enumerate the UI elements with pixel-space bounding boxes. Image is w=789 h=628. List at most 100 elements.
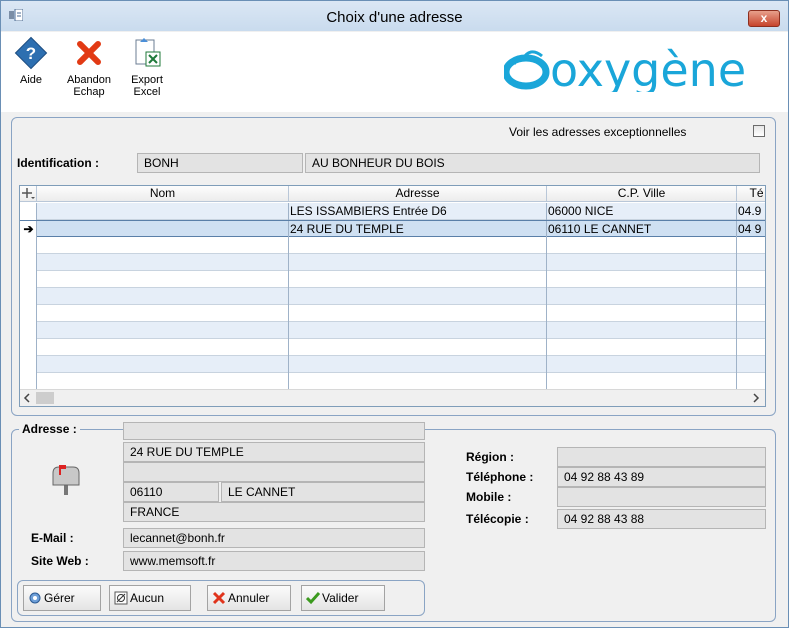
table-row-empty[interactable] [20, 322, 765, 339]
empty-cell [20, 254, 37, 271]
scrollbar-thumb[interactable] [36, 392, 54, 404]
empty-cell [289, 288, 547, 305]
table-row-empty[interactable] [20, 237, 765, 254]
empty-cell [547, 322, 737, 339]
empty-cell [737, 305, 765, 322]
table-row-empty[interactable] [20, 305, 765, 322]
identification-code-field: BONH [137, 153, 303, 173]
empty-cell [547, 271, 737, 288]
cell-adresse: 24 RUE DU TEMPLE [289, 221, 547, 238]
exceptional-addresses-checkbox[interactable] [753, 125, 765, 137]
fax-field[interactable]: 04 92 88 43 88 [557, 509, 766, 529]
none-button[interactable]: Aucun [109, 585, 191, 611]
scroll-right-icon[interactable] [751, 393, 761, 403]
table-row-selected[interactable]: ➔ 24 RUE DU TEMPLE 06110 LE CANNET 04 9 [20, 220, 765, 238]
abandon-shortcut-label: Echap [73, 86, 105, 98]
empty-cell [737, 237, 765, 254]
column-header-telephone[interactable]: Té [737, 186, 765, 202]
empty-cell [20, 356, 37, 373]
empty-cell [289, 322, 547, 339]
column-header-cp-ville[interactable]: C.P. Ville [547, 186, 737, 202]
empty-cell [20, 271, 37, 288]
help-icon: ? [14, 36, 48, 70]
empty-cell [289, 305, 547, 322]
table-row[interactable]: LES ISSAMBIERS Entrée D6 06000 NICE 04.9 [20, 203, 765, 220]
cell-cp-ville: 06110 LE CANNET [547, 221, 737, 238]
table-row-empty[interactable] [20, 356, 765, 373]
empty-cell [547, 288, 737, 305]
table-row-empty[interactable] [20, 339, 765, 356]
export-excel-button[interactable]: Export Excel [117, 36, 177, 98]
email-field[interactable]: lecannet@bonh.fr [123, 528, 425, 548]
address-line3-field[interactable] [123, 462, 425, 482]
close-button[interactable]: x [748, 10, 780, 27]
table-row-empty[interactable] [20, 373, 765, 390]
region-label: Région : [466, 450, 514, 464]
empty-cell [20, 322, 37, 339]
mailbox-icon [52, 465, 80, 495]
empty-cell [737, 288, 765, 305]
empty-cell [20, 339, 37, 356]
empty-cell [20, 373, 37, 390]
manage-button[interactable]: Gérer [23, 585, 101, 611]
address-line1-field[interactable] [123, 422, 425, 440]
none-button-label: Aucun [130, 591, 165, 605]
fax-label: Télécopie : [466, 512, 529, 526]
column-header-nom[interactable]: Nom [37, 186, 289, 202]
column-chooser-icon[interactable] [20, 186, 37, 202]
scroll-left-icon[interactable] [22, 393, 32, 403]
city-field[interactable]: LE CANNET [221, 482, 425, 502]
cancel-button[interactable]: Annuler [207, 585, 291, 611]
title-bar[interactable]: Choix d'une adresse x [1, 1, 788, 31]
cell-nom [37, 203, 289, 220]
dialog-window: Choix d'une adresse x ? Aide Abandon Ech… [0, 0, 789, 628]
region-field[interactable] [557, 447, 766, 467]
table-row-empty[interactable] [20, 254, 765, 271]
cell-cp-ville: 06000 NICE [547, 203, 737, 220]
grid-header: Nom Adresse C.P. Ville Té [20, 186, 765, 202]
mobile-field[interactable] [557, 487, 766, 507]
empty-cell [289, 237, 547, 254]
empty-cell [289, 271, 547, 288]
table-row-empty[interactable] [20, 271, 765, 288]
abandon-label: Abandon [66, 74, 112, 86]
excel-label: Excel [133, 86, 161, 98]
manage-button-label: Gérer [44, 591, 75, 605]
address-grid[interactable]: Nom Adresse C.P. Ville Té LES ISSAMBIERS… [19, 185, 766, 407]
toolbar: ? Aide Abandon Echap Export Excel oxygèn… [1, 32, 788, 112]
address-section-label: Adresse : [19, 422, 80, 436]
empty-cell [547, 254, 737, 271]
empty-cell [37, 288, 289, 305]
phone-field[interactable]: 04 92 88 43 89 [557, 467, 766, 487]
abandon-button[interactable]: Abandon Echap [59, 36, 119, 98]
postal-code-field[interactable]: 06110 [123, 482, 219, 502]
empty-cell [289, 356, 547, 373]
empty-cell [737, 373, 765, 390]
red-x-icon [212, 591, 226, 605]
logo-text: oxygène [550, 43, 746, 92]
phone-label: Téléphone : [466, 470, 534, 484]
excel-export-icon [135, 38, 161, 67]
row-marker [20, 203, 37, 220]
empty-cell [737, 322, 765, 339]
empty-cell [37, 305, 289, 322]
empty-cell [547, 339, 737, 356]
empty-cell [37, 373, 289, 390]
website-field[interactable]: www.memsoft.fr [123, 551, 425, 571]
table-row-empty[interactable] [20, 288, 765, 305]
identification-label: Identification : [17, 156, 99, 170]
help-button[interactable]: ? Aide [1, 36, 61, 86]
window-title: Choix d'une adresse [326, 9, 463, 26]
empty-cell [20, 288, 37, 305]
empty-cell [547, 305, 737, 322]
empty-cell [37, 271, 289, 288]
country-field[interactable]: FRANCE [123, 502, 425, 522]
address-line2-field[interactable]: 24 RUE DU TEMPLE [123, 442, 425, 462]
column-header-adresse[interactable]: Adresse [289, 186, 547, 202]
empty-cell [547, 373, 737, 390]
validate-button[interactable]: Valider [301, 585, 385, 611]
cell-telephone: 04.9 [737, 203, 765, 220]
horizontal-scrollbar[interactable] [20, 389, 765, 406]
cell-telephone: 04 9 [737, 221, 765, 238]
oxygene-logo: oxygène [504, 43, 746, 92]
